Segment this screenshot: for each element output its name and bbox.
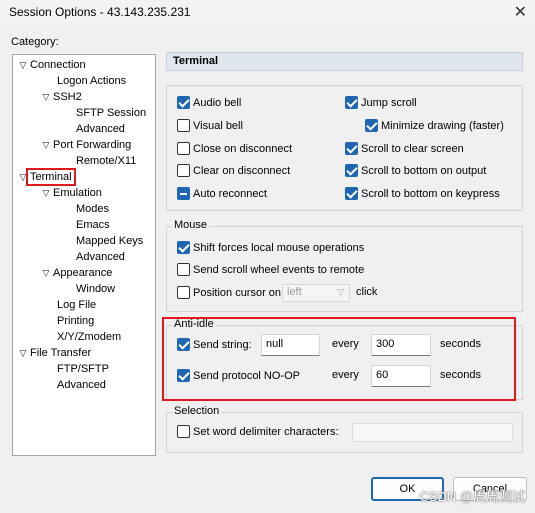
tree-item-ssh2[interactable]: ▽ SSH2 [40,89,83,105]
word-delimiter-checkbox[interactable]: Set word delimiter characters: [177,424,339,440]
checkbox-unchecked-icon[interactable] [177,119,190,132]
chevron-down-icon[interactable]: ▽ [17,57,29,73]
auto-reconnect-checkbox[interactable]: Auto reconnect [177,186,267,202]
checkbox-checked-icon[interactable] [177,96,190,109]
position-cursor-select: left ▽ [282,284,350,302]
tree-item-terminal[interactable]: ▽ Terminal [17,168,76,186]
shift-forces-checkbox[interactable]: Shift forces local mouse operations [177,240,364,256]
checkbox-checked-icon[interactable] [177,241,190,254]
checkbox-unchecked-icon[interactable] [177,286,190,299]
chevron-down-icon[interactable]: ▽ [40,137,52,153]
checkbox-indeterminate-icon[interactable] [177,187,190,200]
tree-item-printing[interactable]: Printing [56,313,95,329]
checkbox-unchecked-icon[interactable] [177,263,190,276]
close-on-disconnect-checkbox[interactable]: Close on disconnect [177,141,292,157]
scroll-bottom-keypress-checkbox[interactable]: Scroll to bottom on keypress [345,186,500,202]
chevron-down-icon[interactable]: ▽ [40,89,52,105]
checkbox-unchecked-icon[interactable] [177,142,190,155]
chevron-down-icon: ▽ [337,287,344,297]
tree-item-ftp-sftp[interactable]: FTP/SFTP [56,361,110,377]
mouse-group-title: Mouse [172,219,210,231]
checkbox-unchecked-icon[interactable] [177,164,190,177]
tree-item-logon-actions[interactable]: Logon Actions [56,73,127,89]
visual-bell-checkbox[interactable]: Visual bell [177,118,243,134]
category-tree[interactable]: ▽ Connection Logon Actions ▽ SSH2 SFTP Ses… [12,54,156,456]
checkbox-checked-icon[interactable] [345,164,358,177]
selection-group-title: Selection [172,405,222,417]
tree-item-file-transfer[interactable]: ▽ File Transfer [17,345,92,361]
tree-item-advanced[interactable]: Advanced [75,121,126,137]
tree-item-xyzmodem[interactable]: X/Y/Zmodem [56,329,122,345]
tree-item-emacs[interactable]: Emacs [75,217,111,233]
anti-idle-highlight [162,317,516,401]
clear-on-disconnect-checkbox[interactable]: Clear on disconnect [177,163,290,179]
send-scroll-checkbox[interactable]: Send scroll wheel events to remote [177,262,364,278]
panel-header: Terminal [166,52,523,71]
close-icon[interactable]: ✕ [514,2,527,22]
chevron-down-icon[interactable]: ▽ [40,265,52,281]
panel-title: Terminal [173,55,219,67]
checkbox-checked-icon[interactable] [365,119,378,132]
chevron-down-icon[interactable]: ▽ [17,345,29,361]
tree-item-appearance[interactable]: ▽ Appearance [40,265,113,281]
checkbox-checked-icon[interactable] [345,96,358,109]
tree-item-advanced[interactable]: Advanced [75,249,126,265]
tree-item-sftp-session[interactable]: SFTP Session [75,105,147,121]
category-label: Category: [11,36,59,48]
chevron-down-icon[interactable]: ▽ [40,185,52,201]
title-bar: Session Options - 43.143.235.231 ✕ [0,0,535,26]
tree-item-modes[interactable]: Modes [75,201,110,217]
minimize-drawing-checkbox[interactable]: Minimize drawing (faster) [365,118,504,134]
tree-item-emulation[interactable]: ▽ Emulation [40,185,103,201]
scroll-to-clear-checkbox[interactable]: Scroll to clear screen [345,141,464,157]
tree-item-window[interactable]: Window [75,281,116,297]
window-title: Session Options - 43.143.235.231 [9,5,191,19]
jump-scroll-checkbox[interactable]: Jump scroll [345,95,417,111]
checkbox-unchecked-icon[interactable] [177,425,190,438]
chevron-down-icon[interactable]: ▽ [17,169,29,185]
word-delimiter-input [352,423,513,442]
click-label: click [356,286,378,298]
audio-bell-checkbox[interactable]: Audio bell [177,95,241,111]
tree-item-mapped-keys[interactable]: Mapped Keys [75,233,144,249]
tree-item-advanced[interactable]: Advanced [56,377,107,393]
watermark: CSDN @周周测试 [419,489,525,504]
tree-item-remote-x11[interactable]: Remote/X11 [75,153,137,169]
checkbox-checked-icon[interactable] [345,142,358,155]
tree-item-connection[interactable]: ▽ Connection [17,57,87,73]
checkbox-checked-icon[interactable] [345,187,358,200]
scroll-bottom-output-checkbox[interactable]: Scroll to bottom on output [345,163,486,179]
position-cursor-checkbox[interactable]: Position cursor on [177,285,281,301]
tree-item-log-file[interactable]: Log File [56,297,97,313]
tree-item-port-forwarding[interactable]: ▽ Port Forwarding [40,137,132,153]
